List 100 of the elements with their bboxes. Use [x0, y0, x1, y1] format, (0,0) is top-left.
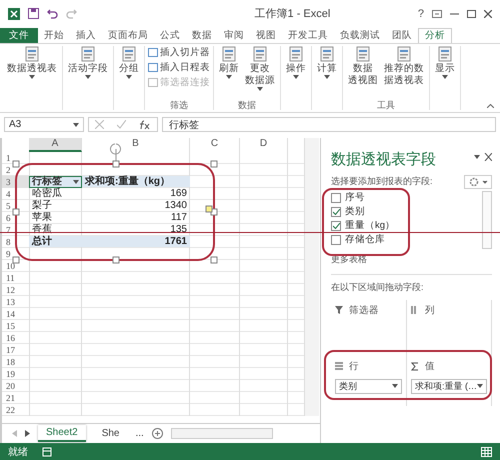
- checkbox[interactable]: [331, 206, 341, 217]
- field-item[interactable]: 序号: [331, 190, 365, 205]
- row-header[interactable]: 3: [2, 176, 29, 188]
- name-box[interactable]: A3: [4, 117, 84, 132]
- undo-icon[interactable]: [47, 8, 58, 20]
- close-icon[interactable]: [484, 10, 492, 18]
- ribbon-tab[interactable]: 分析: [418, 28, 452, 43]
- document-icon: [80, 46, 96, 62]
- formula-buttons[interactable]: [88, 117, 158, 132]
- row-header[interactable]: 20: [2, 380, 29, 392]
- table-cell-text: 169: [169, 188, 188, 199]
- caret-icon: [477, 384, 483, 388]
- document-icon: [288, 46, 304, 62]
- total-cell: 总计: [29, 236, 82, 247]
- document-icon: [121, 46, 137, 62]
- checkbox[interactable]: [331, 234, 341, 245]
- row-header[interactable]: 19: [2, 368, 29, 380]
- ribbon-button[interactable]: 数据透视表: [5, 46, 59, 99]
- row-header[interactable]: 17: [2, 344, 29, 356]
- ribbon-button[interactable]: 推荐的数 据透视表: [382, 46, 426, 99]
- document-icon: [355, 46, 371, 62]
- vertical-scrollbar[interactable]: [304, 138, 319, 416]
- row-header[interactable]: 12: [2, 284, 29, 296]
- row-header[interactable]: 5: [2, 200, 29, 212]
- ribbon-display-icon[interactable]: [432, 10, 442, 18]
- drag-hint: 在以下区域间拖动字段:: [331, 282, 424, 292]
- pivot-row-header-cell[interactable]: 行标签: [29, 176, 82, 188]
- document-icon: [319, 46, 335, 62]
- ribbon-button[interactable]: 更改 数据源: [243, 46, 277, 99]
- field-item[interactable]: 重量（kg）: [331, 218, 396, 233]
- scrollbar[interactable]: [482, 190, 492, 249]
- help-button[interactable]: ?: [418, 8, 424, 20]
- row-header[interactable]: 2: [2, 164, 29, 176]
- ribbon-button[interactable]: 计算: [315, 46, 339, 99]
- row-header[interactable]: 16: [2, 332, 29, 344]
- row-header[interactable]: 9: [2, 248, 29, 260]
- table-cell-text: 哈密瓜: [31, 188, 63, 199]
- table-cell-text: 135: [169, 224, 188, 235]
- row-header[interactable]: 8: [2, 236, 29, 248]
- checkmark-icon: [332, 222, 340, 229]
- ribbon-button[interactable]: 显示: [433, 46, 457, 99]
- table-cell-text: 117: [170, 212, 188, 223]
- row-header[interactable]: 22: [2, 404, 29, 416]
- row-header[interactable]: 10: [2, 260, 29, 272]
- row-header[interactable]: 11: [2, 272, 29, 284]
- table-cell-text: 梨子: [31, 200, 53, 211]
- excel-logo-icon: [8, 8, 20, 20]
- window-title: 工作簿1 - Excel: [254, 7, 332, 22]
- formula-input[interactable]: 行标签: [162, 117, 496, 132]
- row-header[interactable]: 18: [2, 356, 29, 368]
- caret-icon: [73, 122, 79, 127]
- ribbon-button[interactable]: 活动字段: [66, 46, 110, 99]
- field-item[interactable]: 类别: [331, 204, 365, 219]
- filter-icon: [335, 306, 343, 314]
- status-text: 就绪: [8, 446, 28, 459]
- row-header[interactable]: 6: [2, 212, 29, 224]
- ribbon-button[interactable]: 分组: [117, 46, 141, 99]
- ribbon-tab[interactable]: 文件: [0, 28, 38, 43]
- ribbon-button[interactable]: 插入日程表: [148, 60, 210, 74]
- maximize-icon[interactable]: [467, 10, 476, 18]
- checkmark-icon: [332, 208, 340, 215]
- field-item[interactable]: 存储仓库: [331, 232, 385, 247]
- document-icon: [221, 46, 237, 62]
- more-sheets-button[interactable]: ...: [136, 428, 144, 440]
- rows-icon: [335, 362, 343, 370]
- ribbon-button[interactable]: 刷新: [217, 46, 241, 99]
- total-cell: 1761: [82, 236, 190, 247]
- area-header: 列: [411, 304, 487, 317]
- checkbox[interactable]: [331, 192, 341, 203]
- field-dropdown[interactable]: 求和项:重量 (…: [411, 378, 487, 394]
- collapse-ribbon-icon[interactable]: [487, 104, 494, 108]
- columns-icon: [411, 306, 419, 314]
- field-dropdown[interactable]: 类别: [335, 378, 402, 394]
- pane-title: 数据透视表字段: [331, 150, 436, 169]
- row-header[interactable]: 21: [2, 392, 29, 404]
- macro-icon[interactable]: [42, 446, 52, 457]
- group-label: 筛选: [170, 98, 188, 110]
- ribbon-button[interactable]: 插入切片器: [148, 46, 210, 59]
- sigma-icon: [411, 362, 419, 371]
- row-header[interactable]: 1: [2, 152, 29, 164]
- group-label: 数据: [238, 98, 256, 110]
- row-header[interactable]: 13: [2, 296, 29, 308]
- document-icon: [437, 46, 453, 62]
- normal-view-icon[interactable]: [481, 446, 492, 457]
- row-header[interactable]: 4: [2, 188, 29, 200]
- settings-icon[interactable]: [464, 174, 492, 189]
- pivot-value-header-cell: 求和项:重量（kg）: [82, 176, 190, 187]
- add-sheet-icon[interactable]: [152, 428, 163, 440]
- close-icon[interactable]: [474, 153, 492, 162]
- save-icon[interactable]: [28, 8, 39, 20]
- column-header[interactable]: A: [29, 138, 82, 152]
- ribbon-button[interactable]: 操作: [284, 46, 308, 99]
- checkbox[interactable]: [331, 220, 341, 231]
- ribbon-button[interactable]: 数据 透视图: [346, 46, 380, 99]
- sheet-tab[interactable]: Sheet2: [38, 425, 86, 442]
- scroll-right-icon[interactable]: [25, 430, 30, 438]
- horizontal-scrollbar[interactable]: [170, 428, 273, 440]
- row-header[interactable]: 14: [2, 308, 29, 320]
- row-header[interactable]: 15: [2, 320, 29, 332]
- table-cell-text: 苹果: [31, 212, 53, 223]
